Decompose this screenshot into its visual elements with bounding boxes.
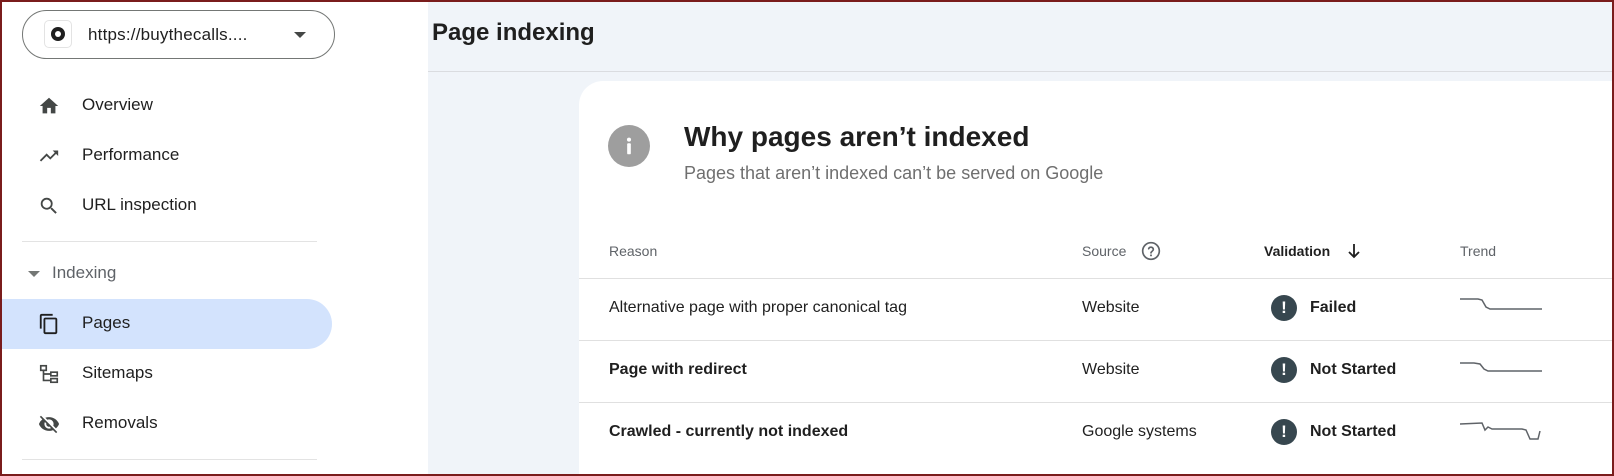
table-row[interactable]: Crawled - currently not indexed Google s… xyxy=(579,402,1614,464)
section-label: Indexing xyxy=(52,263,117,282)
row-source: Google systems xyxy=(1082,423,1197,440)
sidebar: https://buythecalls.... Overview Perform… xyxy=(0,0,428,476)
sidebar-item-pages[interactable]: Pages xyxy=(0,299,332,349)
sitemap-icon xyxy=(37,362,61,386)
row-validation: Not Started xyxy=(1310,423,1397,440)
row-source: Website xyxy=(1082,299,1140,316)
sidebar-item-removals[interactable]: Removals xyxy=(0,399,332,449)
row-reason: Alternative page with proper canonical t… xyxy=(609,299,907,316)
property-selector[interactable]: https://buythecalls.... xyxy=(22,10,335,59)
card-subtitle: Pages that aren’t indexed can’t be serve… xyxy=(684,163,1104,183)
sidebar-item-sitemaps[interactable]: Sitemaps xyxy=(0,349,332,399)
info-icon xyxy=(608,125,650,167)
sidebar-section-indexing[interactable]: Indexing xyxy=(0,253,332,293)
trending-up-icon xyxy=(37,144,61,168)
column-header-source[interactable]: Source xyxy=(1082,243,1126,259)
sidebar-item-label: Overview xyxy=(82,95,153,114)
chevron-down-icon[interactable] xyxy=(294,32,306,38)
trend-sparkline xyxy=(1460,422,1541,440)
alert-icon: ! xyxy=(1271,419,1297,445)
sidebar-item-label: Sitemaps xyxy=(82,363,153,382)
sidebar-item-label: URL inspection xyxy=(82,195,197,214)
search-icon xyxy=(37,194,61,218)
card-title: Why pages aren’t indexed xyxy=(684,121,1030,152)
alert-icon: ! xyxy=(1271,357,1297,383)
sidebar-divider xyxy=(22,459,317,460)
sidebar-item-label: Pages xyxy=(82,313,131,332)
sidebar-item-performance[interactable]: Performance xyxy=(0,131,332,181)
header-divider xyxy=(428,71,1614,72)
sidebar-divider xyxy=(22,241,317,242)
property-url: https://buythecalls.... xyxy=(88,25,248,44)
arrow-down-icon[interactable] xyxy=(1346,242,1362,260)
sidebar-item-overview[interactable]: Overview xyxy=(0,81,332,131)
column-header-trend: Trend xyxy=(1460,243,1497,259)
alert-icon: ! xyxy=(1271,295,1297,321)
eye-off-icon xyxy=(37,412,61,436)
column-header-reason[interactable]: Reason xyxy=(609,243,657,259)
row-validation: Not Started xyxy=(1310,361,1397,378)
pages-icon xyxy=(37,312,61,336)
column-header-validation[interactable]: Validation xyxy=(1264,243,1330,259)
sidebar-item-label: Removals xyxy=(82,413,158,432)
sidebar-item-url-inspection[interactable]: URL inspection xyxy=(0,181,332,231)
page-title: Page indexing xyxy=(432,19,595,46)
row-validation: Failed xyxy=(1310,299,1357,316)
trend-sparkline xyxy=(1460,362,1542,372)
table-row[interactable]: Alternative page with proper canonical t… xyxy=(579,278,1614,340)
row-source: Website xyxy=(1082,361,1140,378)
row-reason: Page with redirect xyxy=(609,361,747,378)
help-icon[interactable] xyxy=(1141,241,1161,261)
trend-sparkline xyxy=(1460,298,1542,310)
home-icon xyxy=(37,94,61,118)
caret-down-icon xyxy=(28,271,40,277)
table-row[interactable]: Page with redirect Website ! Not Started xyxy=(579,340,1614,402)
why-not-indexed-card: Why pages aren’t indexed Pages that aren… xyxy=(579,81,1614,476)
sidebar-item-label: Performance xyxy=(82,145,180,164)
site-favicon-icon xyxy=(45,21,71,47)
row-reason: Crawled - currently not indexed xyxy=(609,423,849,440)
